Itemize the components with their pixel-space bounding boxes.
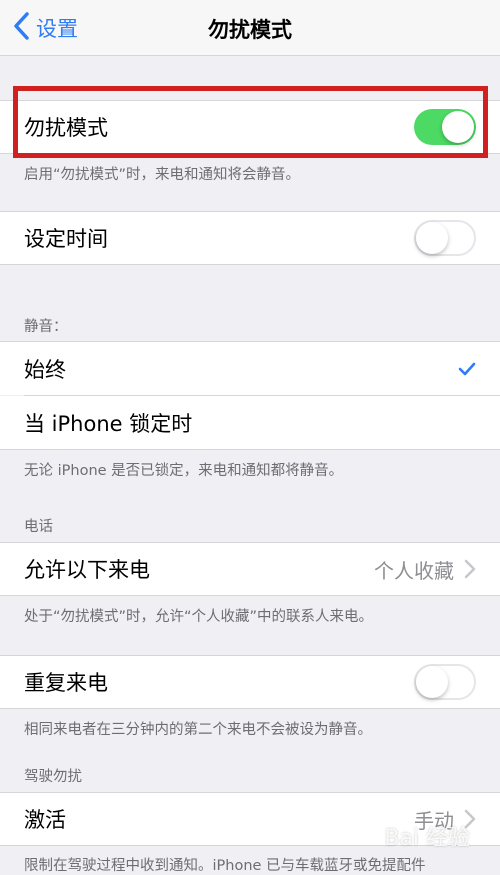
chevron-right-icon xyxy=(464,559,476,579)
driving-note: 限制在驾驶过程中收到通知。iPhone 已与车载蓝牙或免提配件 xyxy=(24,858,426,874)
silence-option-always[interactable]: 始终 xyxy=(0,341,500,395)
toggle-knob xyxy=(416,222,448,254)
silence-note: 无论 iPhone 是否已锁定，来电和通知都将静音。 xyxy=(24,463,344,479)
allow-calls-label: 允许以下来电 xyxy=(24,558,150,582)
watermark: Bai 经验 xyxy=(384,826,470,851)
scheduled-toggle[interactable] xyxy=(414,220,476,256)
silence-option-label: 始终 xyxy=(24,357,66,382)
scheduled-row[interactable]: 设定时间 xyxy=(0,211,500,265)
allow-calls-row[interactable]: 允许以下来电 个人收藏 xyxy=(0,542,500,596)
dnd-note: 启用“勿扰模式”时，来电和通知将会静音。 xyxy=(24,167,301,183)
navigation-bar: 设置 勿扰模式 xyxy=(0,0,500,56)
silence-option-locked[interactable]: 当 iPhone 锁定时 xyxy=(0,396,500,450)
phone-note: 处于“勿扰模式”时，允许“个人收藏”中的联系人来电。 xyxy=(24,609,374,625)
phone-header: 电话 xyxy=(24,519,53,535)
page-title: 勿扰模式 xyxy=(208,18,292,42)
activate-label: 激活 xyxy=(24,808,66,832)
repeated-note: 相同来电者在三分钟内的第二个来电不会被设为静音。 xyxy=(24,722,372,738)
scheduled-label: 设定时间 xyxy=(24,227,108,251)
checkmark-icon xyxy=(458,362,476,376)
repeated-calls-toggle[interactable] xyxy=(414,664,476,700)
highlight-box xyxy=(13,86,488,158)
silence-option-label: 当 iPhone 锁定时 xyxy=(24,411,193,436)
repeated-calls-label: 重复来电 xyxy=(24,671,108,695)
silence-header: 静音： xyxy=(24,319,68,335)
allow-calls-value: 个人收藏 xyxy=(374,558,454,583)
driving-header: 驾驶勿扰 xyxy=(24,769,82,785)
toggle-knob xyxy=(416,666,448,698)
repeated-calls-row: 重复来电 xyxy=(0,655,500,709)
